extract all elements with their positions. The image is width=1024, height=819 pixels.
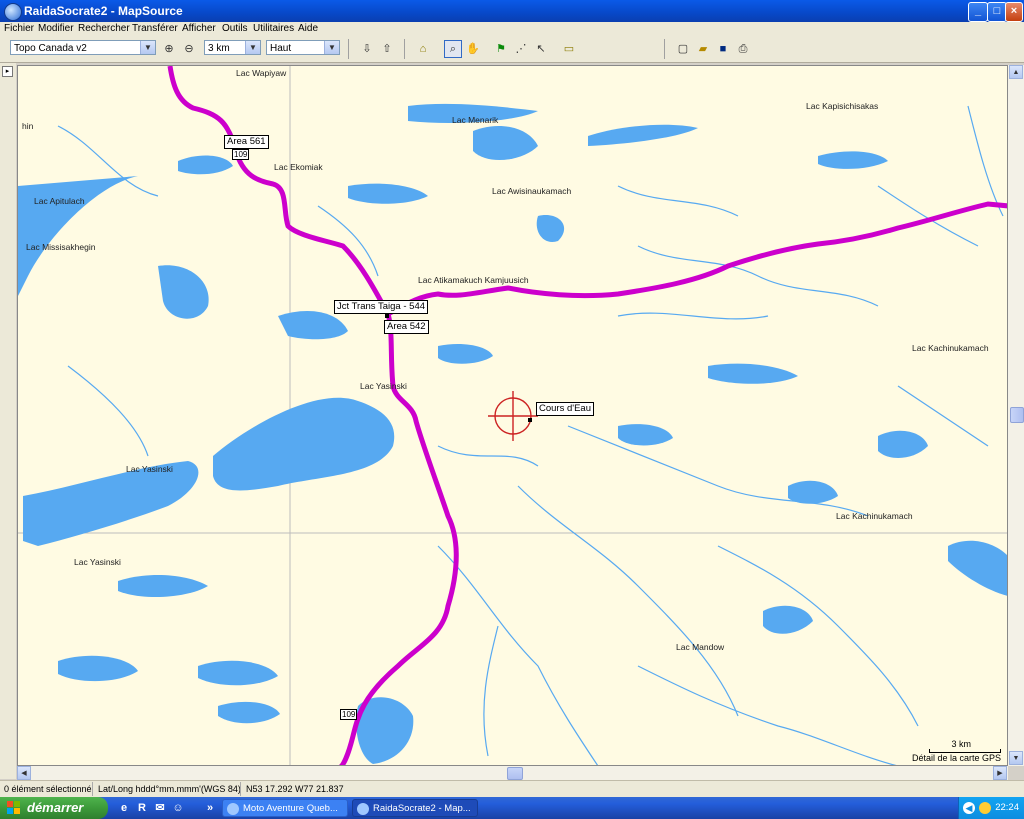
map-label: Lac Ekomiak [274,162,323,172]
title-bar: RaidaSocrate2 - MapSource _ □ × [0,0,1024,22]
mapsource-app-icon [4,3,22,21]
scroll-left-icon[interactable]: ◀ [17,766,31,780]
vertical-scrollbar[interactable]: ▲ ▼ [1008,65,1024,766]
map-label: Lac Kachinukamach [836,511,913,521]
save-file-icon[interactable]: ■ [714,40,732,58]
highway-shield: 109 [340,709,358,720]
chevron-down-icon[interactable]: ▼ [324,41,339,54]
vertical-scroll-thumb[interactable] [1010,407,1024,423]
map-canvas [18,66,1007,765]
chevron-down-icon[interactable]: ▼ [140,41,155,54]
zoom-in-icon[interactable]: ⊕ [160,40,178,58]
mapsource-app-icon [357,803,369,815]
map-label: Lac Yasinski [360,381,407,391]
zoom-tool-icon[interactable]: ⌕ [444,40,462,58]
menu-aide[interactable]: Aide [298,23,318,34]
menu-modifier[interactable]: Modifier [38,23,74,34]
taskbar: démarrer e R ✉ ☺ » Moto Aventure Queb...… [0,797,1024,819]
open-file-icon[interactable]: ▰ [694,40,712,58]
maximize-button[interactable]: □ [987,2,1007,22]
menu-outils[interactable]: Outils [222,23,248,34]
task-label: Moto Aventure Queb... [243,803,338,814]
waypoint-label[interactable]: Area 561 [224,135,269,149]
start-label: démarrer [27,800,84,815]
waypoint-label[interactable]: Cours d'Eau [536,402,594,416]
messenger-icon[interactable]: ☺ [170,800,186,816]
zoom-scale-value: 3 km [208,43,230,54]
map-label: Lac Kachinukamach [912,343,989,353]
map-product-value: Topo Canada v2 [14,43,87,54]
selection-tool-icon[interactable]: ↖ [532,40,550,58]
map-label: Lac Yasinski [74,557,121,567]
map-label: Lac Kapisichisakas [806,101,879,111]
detail-level-value: Haut [270,43,292,54]
map-label: Lac Mandow [676,642,725,652]
more-quicklaunch-icon[interactable]: » [202,800,218,816]
map-tool-icon[interactable]: ⌂ [414,40,432,58]
highway-shield: 109 [232,149,250,160]
zoom-scale-select[interactable]: 3 km ▼ [204,40,261,55]
menu-utilitaires[interactable]: Utilitaires [253,23,294,34]
task-label: RaidaSocrate2 - Map... [373,803,471,814]
distance-tool-icon[interactable]: ▭ [560,40,578,58]
start-button[interactable]: démarrer [0,797,108,819]
close-button[interactable]: × [1005,2,1023,22]
receive-from-device-icon[interactable]: ⇩ [358,40,376,58]
ie-icon[interactable]: e [116,800,132,816]
selection-status: 0 élément sélectionné [4,784,92,794]
menu-rechercher[interactable]: Rechercher [78,23,130,34]
menu-afficher[interactable]: Afficher [182,23,216,34]
map-label: Lac Yasinski [126,464,173,474]
menu-bar: Fichier Modifier Rechercher Transférer A… [0,22,1024,36]
map-view[interactable]: Lac Wapiyaw Lac Menarik Lac Kapisichisak… [17,65,1008,766]
scroll-right-icon[interactable]: ▶ [993,766,1007,780]
map-label: Lac Atikamakuch Kamjuusich [418,275,529,285]
menu-transferer[interactable]: Transférer [132,23,178,34]
map-product-select[interactable]: Topo Canada v2 ▼ [10,40,156,55]
minimize-button[interactable]: _ [968,2,988,22]
horizontal-scrollbar[interactable]: ◀ ▶ [17,766,1008,780]
side-panel-collapsed: ▸ [0,63,16,779]
r-app-icon[interactable]: R [134,800,150,816]
ie-icon [227,803,239,815]
tray-app-icon[interactable] [979,802,991,814]
chevron-down-icon[interactable]: ▼ [245,41,260,54]
map-label: Lac Wapiyaw [236,68,287,78]
waypoint-tool-icon[interactable]: ⚑ [492,40,510,58]
status-bar: 0 élément sélectionné Lat/Long hddd°mm.m… [0,780,1024,798]
system-tray: ◀ 22:24 [958,797,1024,819]
map-label: Lac Missisakhegin [26,242,96,252]
scroll-up-icon[interactable]: ▲ [1009,65,1023,79]
map-label: Lac Menarik [452,115,499,125]
windows-flag-icon [7,801,20,814]
taskbar-item-browser[interactable]: Moto Aventure Queb... [222,799,348,817]
map-label: Lac Awisinaukamach [492,186,572,196]
print-icon[interactable]: ⎙ [734,40,752,58]
menu-fichier[interactable]: Fichier [4,23,34,34]
cursor-position: N53 17.292 W77 21.837 [246,784,344,794]
mail-icon[interactable]: ✉ [152,800,168,816]
position-format: Lat/Long hddd°mm.mmm'(WGS 84) [98,784,241,794]
detail-level-select[interactable]: Haut ▼ [266,40,340,55]
hand-tool-icon[interactable]: ✋ [464,40,482,58]
waypoint-label[interactable]: Area 542 [384,320,429,334]
horizontal-scroll-thumb[interactable] [507,767,523,780]
toolbar: Topo Canada v2 ▼ ⊕ ⊖ 3 km ▼ Haut ▼ ⇩ ⇧ ⌂… [0,36,1024,63]
zoom-out-icon[interactable]: ⊖ [180,40,198,58]
map-scale: 3 km Détail de la carte GPS [891,739,1001,763]
tray-expand-icon[interactable]: ◀ [963,802,975,814]
window-title: RaidaSocrate2 - MapSource [24,4,183,18]
expand-panel-icon[interactable]: ▸ [2,66,13,77]
send-to-device-icon[interactable]: ⇧ [378,40,396,58]
clock: 22:24 [995,802,1019,813]
scale-caption: Détail de la carte GPS [911,753,1001,763]
waypoint-label[interactable]: Jct Trans Taiga - 544 [334,300,429,314]
map-label: hin [22,121,34,131]
route-tool-icon[interactable]: ⋰ [512,40,530,58]
map-label: Lac Apitulach [34,196,85,206]
taskbar-item-mapsource[interactable]: RaidaSocrate2 - Map... [352,799,478,817]
scroll-down-icon[interactable]: ▼ [1009,751,1023,765]
scale-value: 3 km [951,739,971,749]
new-file-icon[interactable]: ▢ [674,40,692,58]
